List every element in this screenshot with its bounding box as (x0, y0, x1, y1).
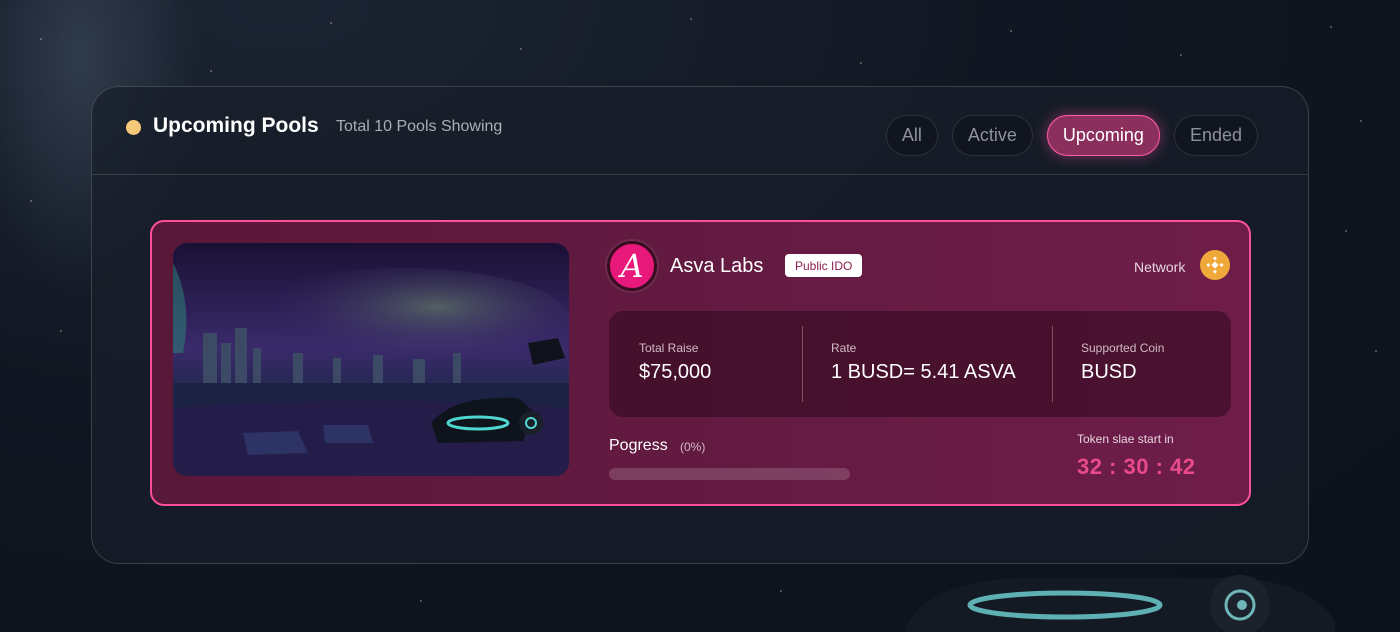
ido-type-badge: Public IDO (785, 254, 863, 277)
project-name[interactable]: Asva Labs (670, 255, 763, 278)
pool-stats-box: Total Raise $75,000 Rate 1 BUSD= 5.41 AS… (609, 311, 1231, 417)
logo-letter: A (620, 247, 644, 285)
network-label: Network (1134, 259, 1186, 275)
filter-upcoming-button[interactable]: Upcoming (1046, 115, 1160, 156)
stat-total-raise: Total Raise $75,000 (639, 341, 711, 384)
page-title: Upcoming Pools (153, 114, 319, 137)
stat-divider (802, 326, 803, 402)
stat-label: Total Raise (639, 341, 699, 355)
pool-card[interactable]: A Asva Labs Public IDO Network Total Rai… (150, 220, 1251, 506)
countdown-timer: 32 : 30 : 42 (1077, 454, 1196, 479)
background-vehicle (905, 575, 1335, 632)
filter-ended-button[interactable]: Ended (1173, 115, 1258, 156)
stat-rate: Rate 1 BUSD= 5.41 ASVA (831, 341, 1016, 384)
asva-logo-icon: A (607, 241, 657, 291)
progress-bar (609, 468, 850, 480)
filter-tabs: All Active Upcoming Ended (885, 115, 1258, 156)
filter-all-button[interactable]: All (885, 115, 938, 156)
stat-value: $75,000 (639, 361, 712, 383)
pools-count-text: Total 10 Pools Showing (336, 118, 503, 135)
stat-value: BUSD (1081, 361, 1137, 383)
countdown-label: Token slae start in (1077, 432, 1174, 446)
filter-active-button[interactable]: Active (951, 115, 1033, 156)
stat-label: Supported Coin (1081, 341, 1165, 355)
stat-divider (1052, 326, 1053, 402)
stat-supported-coin: Supported Coin BUSD (1081, 341, 1164, 384)
pools-panel: Upcoming Pools Total 10 Pools Showing Al… (91, 86, 1309, 564)
progress-label: Pogress (609, 437, 668, 454)
panel-header: Upcoming Pools Total 10 Pools Showing Al… (92, 87, 1308, 175)
progress-percent: (0%) (680, 440, 706, 454)
status-dot-icon (126, 120, 141, 135)
stat-value: 1 BUSD= 5.41 ASVA (831, 361, 1016, 383)
pool-cover-image (173, 243, 569, 476)
bnb-icon (1200, 250, 1230, 280)
stat-label: Rate (831, 341, 857, 355)
